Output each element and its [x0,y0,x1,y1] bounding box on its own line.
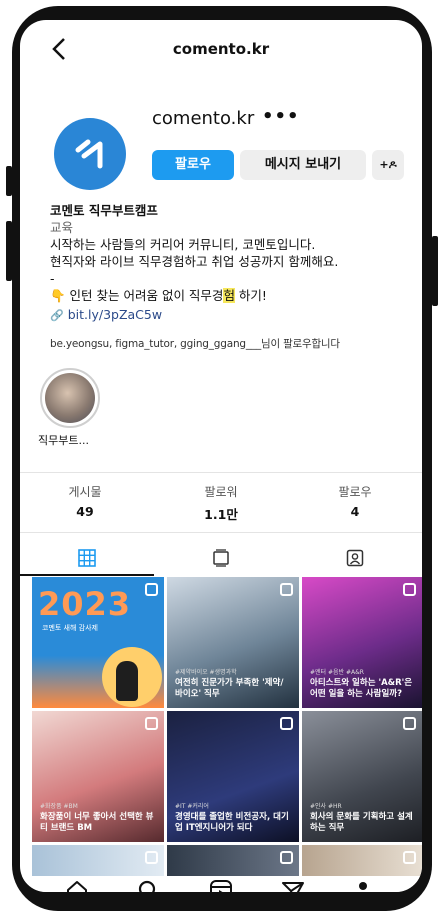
story-highlight[interactable] [40,368,100,428]
highlight-thumbnail [45,373,95,423]
nav-profile[interactable] [350,878,376,892]
screen: comento.kr comento.kr ••• 팔로우 메시지 보내기 +ዶ… [20,20,422,892]
post-caption: 화장품이 너무 좋아서 선택한 뷰티 브랜드 BM [40,812,154,833]
profile-icon [359,882,367,890]
carousel-icon [145,851,158,864]
post-tag: #엔터 #음반 #A&R [310,669,364,676]
home-icon [67,881,87,892]
carousel-icon [403,851,416,864]
nav-search[interactable] [136,878,162,892]
stat-label: 게시물 [68,485,102,499]
profile-username: comento.kr [152,108,255,129]
page-title: comento.kr [172,40,270,58]
reels-icon [210,880,232,892]
nav-reels[interactable] [208,878,234,892]
post-tag: #인사 #HR [310,803,342,810]
highlight-label: 직무부트... [38,434,89,447]
tab-grid[interactable] [20,540,154,576]
stat-value: 4 [350,504,360,519]
bottom-nav [20,876,422,892]
tab-tagged[interactable] [288,540,422,576]
stat-following[interactable]: 팔로우 4 [310,483,400,519]
post-thumbnail[interactable]: #화장품 #BM 화장품이 너무 좋아서 선택한 뷰티 브랜드 BM [32,711,164,842]
link-icon: 🔗 [50,309,64,322]
carousel-icon [280,851,293,864]
content-tabs [20,540,422,576]
post-grid: 2023 코멘토 새해 감사제 #제약바이오 #생명과학 여전히 진문가가 부족… [32,577,422,885]
post-caption: 아티스트와 일하는 'A&R'은 어떤 일을 하는 사람일까? [310,678,413,699]
stat-posts[interactable]: 게시물 49 [40,483,130,519]
profile-category: 교육 [50,220,74,235]
bio-line: 시작하는 사람들의 커리어 커뮤니티, 코멘토입니다. [50,237,316,252]
comento-logo-icon [75,139,103,169]
grid-icon [78,549,96,567]
followed-by[interactable]: be.yeongsu, figma_tutor, gging_ggang___님… [50,336,340,351]
stat-label: 팔로워 [204,485,238,499]
carousel-icon [403,583,416,596]
bio-line: 현직자와 라이브 직무경험하고 취업 성공까지 함께해요. [50,254,339,269]
carousel-icon [145,717,158,730]
nav-messages[interactable] [280,878,306,892]
post-thumbnail[interactable]: #인사 #HR 회사의 문화를 기획하고 설계하는 직무 [302,711,422,842]
reels-tab-icon [213,549,229,567]
bio-line-part: 하기! [234,288,267,303]
bio-highlight-text: 험 [223,288,235,303]
divider [20,532,422,533]
post-caption: 여전히 진문가가 부족한 '제약/바이오' 직무 [175,678,284,699]
stat-label: 팔로우 [338,485,372,499]
profile-avatar[interactable] [54,118,126,190]
carousel-icon [280,583,293,596]
message-button[interactable]: 메시지 보내기 [240,150,366,180]
post-caption: 경영대를 졸업한 비전공자, 대기업 IT엔지니어가 되다 [175,812,289,833]
follow-button[interactable]: 팔로우 [152,150,234,180]
search-icon [138,880,156,892]
post-tag: #화장품 #BM [40,803,78,810]
stat-value: 49 [76,504,94,519]
divider [20,472,422,473]
tagged-icon [346,549,364,567]
nav-home[interactable] [64,878,90,892]
post-year: 2023 [38,585,132,623]
active-tab-indicator [20,574,154,576]
post-caption: 회사의 문화를 기획하고 설계하는 직무 [310,812,413,833]
add-person-button[interactable]: +ዶ [372,150,404,180]
send-icon [282,882,304,892]
bio-dash: - [50,271,55,286]
profile-stats: 게시물 49 팔로워 1.1만 팔로우 4 [20,483,422,527]
post-thumbnail[interactable]: #제약바이오 #생명과학 여전히 진문가가 부족한 '제약/바이오' 직무 [167,577,299,708]
more-options-button[interactable]: ••• [262,106,300,127]
top-bar: comento.kr [20,30,422,70]
carousel-icon [280,717,293,730]
rabbit-illustration [116,661,138,701]
stat-followers[interactable]: 팔로워 1.1만 [176,483,266,523]
stat-value: 1.1만 [204,507,238,522]
post-thumbnail[interactable]: #엔터 #음반 #A&R 아티스트와 일하는 'A&R'은 어떤 일을 하는 사… [302,577,422,708]
profile-name: 코멘토 직무부트캠프 [50,203,158,218]
post-tag: #IT #커리어 [175,803,209,810]
bio: 코멘토 직무부트캠프 교육 시작하는 사람들의 커리어 커뮤니티, 코멘토입니다… [50,202,410,304]
power-button [432,236,438,306]
volume-button [6,166,12,196]
post-tag: #제약바이오 #생명과학 [175,669,237,676]
volume-button [6,221,12,281]
post-thumbnail[interactable]: 2023 코멘토 새해 감사제 [32,577,164,708]
bio-line-part: 👇 인턴 찾는 어려움 없이 직무경 [50,288,224,303]
bio-line: 👇 인턴 찾는 어려움 없이 직무경험 하기! [50,287,410,304]
bio-link[interactable]: 🔗 bit.ly/3pZaC5w [50,307,162,322]
carousel-icon [403,717,416,730]
post-subtitle: 코멘토 새해 감사제 [42,624,98,632]
bio-link-text: bit.ly/3pZaC5w [67,307,163,322]
tab-reels[interactable] [154,540,288,576]
carousel-icon [145,583,158,596]
post-thumbnail[interactable]: #IT #커리어 경영대를 졸업한 비전공자, 대기업 IT엔지니어가 되다 [167,711,299,842]
